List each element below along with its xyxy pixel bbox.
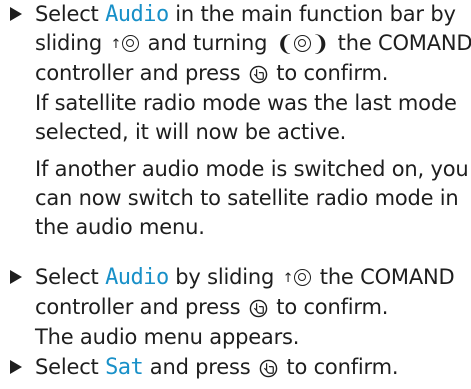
text-run: in the main function bar by (168, 2, 456, 26)
text-run: and press (143, 355, 257, 379)
step-line: If satellite radio mode was the last mod… (35, 89, 465, 118)
text-run: The audio menu appears. (35, 324, 300, 349)
slide-up-controller-icon: ↑ (283, 263, 312, 293)
menu-item-highlight: Audio (105, 265, 169, 290)
step-2: Select Audio by sliding ↑ the COMAND con… (10, 263, 465, 352)
text-run: and turning (141, 31, 274, 55)
step-line: Select Audio by sliding ↑ the COMAND (35, 263, 465, 293)
text-run: If satellite radio mode was the last mod… (35, 90, 457, 115)
step-line: sliding ↑ and turning ❨ ❩ the COMAND (35, 29, 471, 59)
step-bullet-icon (10, 7, 22, 21)
text-run: controller and press (35, 61, 247, 85)
step-line: selected, it will now be active. (35, 118, 465, 147)
text-run: the COMAND (331, 31, 471, 55)
text-run: to confirm. (279, 355, 399, 379)
step-line: Select Sat and press to confirm. (35, 353, 465, 383)
text-run: Select (35, 265, 106, 289)
press-controller-icon (249, 60, 268, 89)
step-1: Select Audio in the main function bar by… (10, 0, 471, 242)
step-line: controller and press to confirm. (35, 59, 465, 89)
instruction-page: Select Audio in the main function bar by… (0, 0, 471, 389)
menu-item-highlight: Sat (105, 355, 144, 380)
step-bullet-icon (10, 270, 22, 284)
text-run: sliding (35, 31, 109, 55)
step-line: Select Audio in the main function bar by (35, 0, 465, 29)
text-run: controller and press (35, 295, 247, 319)
text-run: to confirm. (269, 295, 389, 319)
step-line: The audio menu appears. (35, 323, 465, 352)
step-3: Select Sat and press to confirm. (10, 353, 465, 383)
slide-up-controller-icon: ↑ (111, 29, 140, 59)
press-controller-icon (249, 294, 268, 323)
turn-controller-icon: ❨ ❩ (275, 32, 330, 57)
step-note-line: If another audio mode is switched on, yo… (35, 156, 469, 181)
step-bullet-icon (10, 360, 22, 374)
text-run: selected, it will now be active. (35, 119, 347, 144)
text-run: Select (35, 355, 106, 379)
text-run: Select (35, 2, 106, 26)
text-run: the COMAND (313, 265, 455, 289)
text-run: to confirm. (269, 61, 389, 85)
step-line: controller and press to confirm. (35, 293, 465, 323)
step-note-line: can now switch to satellite radio mode i… (35, 185, 459, 210)
press-controller-icon (259, 354, 278, 383)
menu-item-highlight: Audio (105, 2, 169, 27)
text-run: by sliding (168, 265, 281, 289)
step-note-line: the audio menu. (35, 214, 205, 239)
